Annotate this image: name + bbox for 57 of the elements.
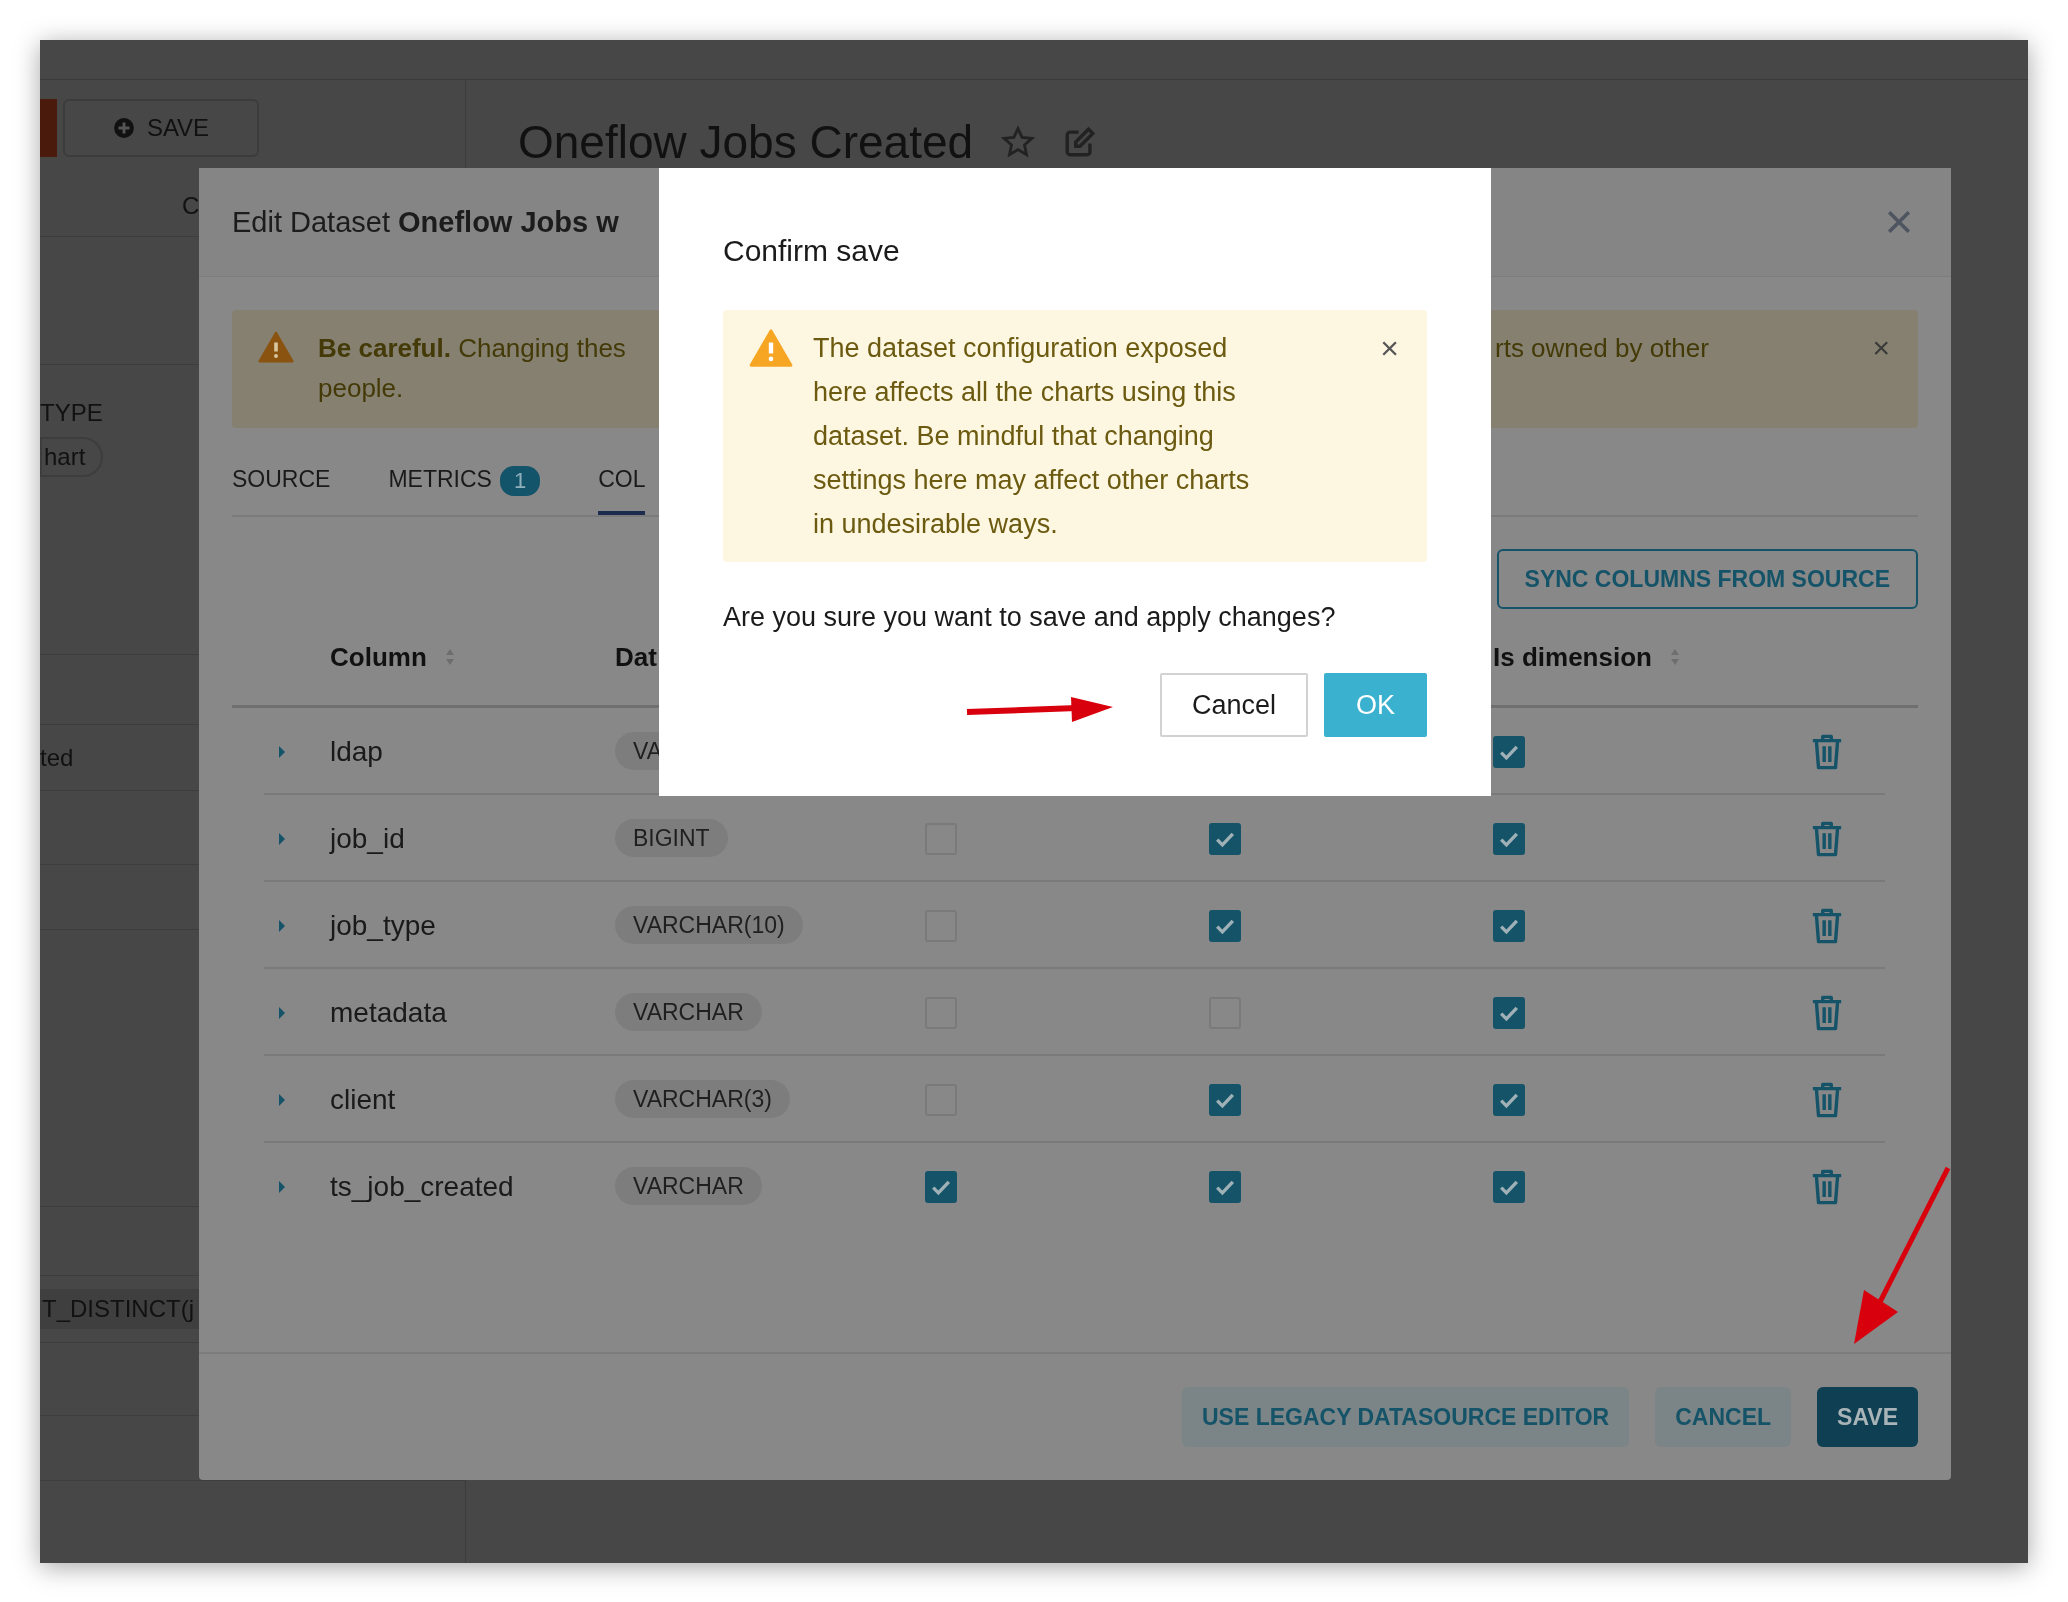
expand-caret-icon[interactable] bbox=[278, 744, 286, 759]
checkbox[interactable] bbox=[1493, 1083, 1525, 1116]
tab[interactable]: METRICS bbox=[388, 446, 492, 515]
type-pill: BIGINT bbox=[615, 819, 728, 857]
dialog-title: Confirm save bbox=[723, 234, 901, 268]
checkbox[interactable] bbox=[925, 1170, 957, 1203]
expand-caret-icon[interactable] bbox=[278, 831, 286, 846]
type-pill: VARCHAR(3) bbox=[615, 1080, 790, 1118]
confirm-question: Are you sure you want to save and apply changes? bbox=[723, 602, 1337, 633]
footer-button[interactable]: CANCEL bbox=[1655, 1387, 1792, 1447]
column-header[interactable]: Column bbox=[330, 641, 615, 673]
modal-title: Edit Dataset Oneflow Jobs w bbox=[232, 205, 619, 239]
column-name: metadata bbox=[330, 996, 448, 1029]
dialog-button[interactable]: Cancel bbox=[1159, 673, 1308, 737]
expand-caret-icon[interactable] bbox=[278, 918, 286, 933]
checkbox[interactable] bbox=[1493, 996, 1525, 1029]
sort-icon[interactable] bbox=[1669, 648, 1680, 666]
close-icon[interactable]: × bbox=[1380, 326, 1399, 370]
checkbox[interactable] bbox=[1209, 1083, 1241, 1116]
sort-icon[interactable] bbox=[444, 648, 455, 666]
type-pill: VARCHAR(10) bbox=[615, 906, 803, 944]
checkbox[interactable] bbox=[1493, 822, 1525, 855]
expand-caret-icon[interactable] bbox=[278, 1005, 286, 1020]
column-name: client bbox=[330, 1083, 397, 1116]
star-icon[interactable] bbox=[1001, 125, 1036, 159]
dialog-button[interactable]: OK bbox=[1324, 673, 1427, 737]
checkbox[interactable] bbox=[1209, 822, 1241, 855]
close-icon[interactable]: × bbox=[1872, 328, 1890, 368]
edit-icon[interactable] bbox=[1063, 125, 1098, 159]
checkbox[interactable] bbox=[1209, 1170, 1241, 1203]
footer-button[interactable]: SAVE bbox=[1817, 1387, 1918, 1447]
type-pill: VARCHAR bbox=[615, 1167, 762, 1205]
footer-button[interactable]: USE LEGACY DATASOURCE EDITOR bbox=[1182, 1387, 1630, 1447]
warning-icon bbox=[749, 328, 793, 368]
close-icon[interactable] bbox=[1885, 208, 1913, 236]
plus-icon bbox=[112, 116, 135, 139]
alert-text: The dataset configuration exposed here affects all the charts using this dataset. Be mindful that changing settings here may affect other charts in undesirable ways. bbox=[813, 332, 1251, 541]
alert-text: rts owned by other bbox=[1495, 332, 1710, 365]
tab[interactable]: COL bbox=[598, 446, 646, 515]
column-name: job_id bbox=[330, 822, 406, 855]
alert-text: people. bbox=[318, 372, 405, 405]
column-name: job_type bbox=[330, 909, 437, 942]
column-name: ts_job_created bbox=[330, 1170, 515, 1203]
expand-caret-icon[interactable] bbox=[278, 1179, 286, 1194]
checkbox[interactable] bbox=[1493, 909, 1525, 942]
checkbox[interactable] bbox=[1493, 735, 1525, 768]
column-name: ldap bbox=[330, 735, 384, 768]
alert-text: Be careful. Changing thes bbox=[318, 332, 627, 365]
expand-caret-icon[interactable] bbox=[278, 1092, 286, 1107]
tab[interactable]: SOURCE bbox=[232, 446, 331, 515]
type-pill: VARCHAR bbox=[615, 993, 762, 1031]
count-badge: 1 bbox=[499, 465, 541, 496]
column-header[interactable]: Is dimension bbox=[1493, 641, 1767, 673]
checkbox[interactable] bbox=[1209, 909, 1241, 942]
sync-columns-button[interactable]: SYNC COLUMNS FROM SOURCE bbox=[1496, 549, 1918, 609]
checkbox[interactable] bbox=[1493, 1170, 1525, 1203]
warning-icon bbox=[258, 330, 294, 364]
